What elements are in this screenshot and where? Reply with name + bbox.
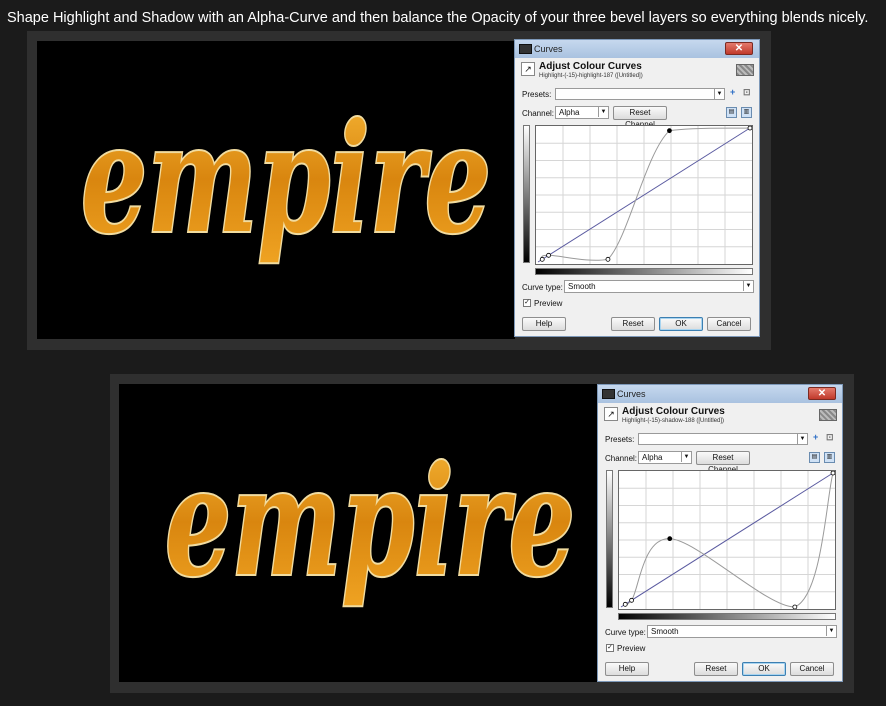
help-button[interactable]: Help: [605, 662, 649, 676]
presets-combo[interactable]: ▼: [638, 433, 808, 445]
vertical-value-bar: [523, 125, 530, 263]
preset-menu-icon[interactable]: ⊡: [743, 87, 751, 98]
control-point[interactable]: [605, 256, 611, 262]
cancel-button[interactable]: Cancel: [707, 317, 751, 331]
log-histogram-icon[interactable]: ▥: [824, 452, 835, 463]
title-bar[interactable]: Curves ✕: [598, 385, 842, 403]
image-canvas-bottom: empire: [119, 384, 597, 682]
control-point[interactable]: [539, 256, 545, 262]
chevron-down-icon: ▼: [598, 107, 608, 117]
vertical-value-bar: [606, 470, 613, 608]
reset-button[interactable]: Reset: [611, 317, 655, 331]
layer-subtitle: Highlight-(-15)-shadow-188 ([Untitled]): [622, 418, 725, 424]
ok-button[interactable]: OK: [742, 662, 786, 676]
linear-histogram-icon[interactable]: ▤: [726, 107, 737, 118]
layer-preview-thumbnail: [736, 64, 754, 76]
add-preset-icon[interactable]: +: [813, 432, 818, 442]
presets-label: Presets:: [605, 435, 635, 444]
curves-tool-icon: ↗: [521, 62, 535, 76]
close-button[interactable]: ✕: [808, 387, 836, 400]
chevron-down-icon: ▼: [826, 626, 836, 636]
channel-select[interactable]: Alpha ▼: [555, 106, 609, 119]
chevron-down-icon: ▼: [714, 89, 724, 99]
control-point[interactable]: [747, 125, 753, 131]
control-point[interactable]: [792, 604, 798, 610]
window-title: Curves: [534, 44, 563, 54]
curves-dialog-bottom: Curves ✕ ↗ Adjust Colour Curves Highligh…: [597, 384, 843, 682]
chevron-down-icon: ▼: [743, 281, 753, 291]
control-point[interactable]: [546, 252, 552, 258]
horizontal-value-bar: [618, 613, 836, 620]
curve-type-value: Smooth: [651, 627, 679, 636]
presets-combo[interactable]: ▼: [555, 88, 725, 100]
cancel-button[interactable]: Cancel: [790, 662, 834, 676]
reset-channel-button[interactable]: Reset Channel: [613, 106, 667, 129]
curves-dialog-top: Curves ✕ ↗ Adjust Colour Curves Highligh…: [514, 39, 760, 337]
channel-label: Channel:: [605, 454, 638, 463]
curve-editor[interactable]: [535, 125, 753, 265]
dialog-heading: Adjust Colour Curves: [539, 61, 642, 72]
curve-editor[interactable]: [618, 470, 836, 610]
curve-graph[interactable]: [536, 125, 753, 264]
chevron-down-icon: ▼: [797, 434, 807, 444]
curve-type-label: Curve type:: [522, 283, 563, 292]
channel-select[interactable]: Alpha ▼: [638, 451, 692, 464]
app-icon: [519, 44, 532, 54]
layer-subtitle: Highlight-(-15)-highlight-187 ([Untitled…: [539, 73, 643, 79]
control-point[interactable]: [629, 597, 635, 603]
preview-label: Preview: [617, 644, 646, 653]
close-button[interactable]: ✕: [725, 42, 753, 55]
window-title: Curves: [617, 389, 646, 399]
control-point[interactable]: [622, 601, 628, 607]
curve-type-value: Smooth: [568, 282, 596, 291]
image-canvas-top: empire: [37, 41, 515, 339]
add-preset-icon[interactable]: +: [730, 87, 735, 97]
layer-preview-thumbnail: [819, 409, 837, 421]
help-button[interactable]: Help: [522, 317, 566, 331]
curve-type-select[interactable]: Smooth ▼: [564, 280, 754, 293]
curve-graph[interactable]: [619, 470, 836, 610]
app-icon: [602, 389, 615, 399]
presets-label: Presets:: [522, 90, 552, 99]
ok-button[interactable]: OK: [659, 317, 703, 331]
preview-checkbox[interactable]: ✓: [523, 299, 531, 307]
channel-value: Alpha: [642, 453, 663, 462]
title-bar[interactable]: Curves ✕: [515, 40, 759, 58]
preview-label: Preview: [534, 299, 563, 308]
preview-checkbox[interactable]: ✓: [606, 644, 614, 652]
preset-menu-icon[interactable]: ⊡: [826, 432, 834, 443]
control-point[interactable]: [830, 470, 836, 476]
curve-type-select[interactable]: Smooth ▼: [647, 625, 837, 638]
curve-type-label: Curve type:: [605, 628, 646, 637]
empire-artwork-text: empire: [81, 91, 491, 267]
horizontal-value-bar: [535, 268, 753, 275]
channel-value: Alpha: [559, 108, 580, 117]
control-point[interactable]: [667, 536, 673, 542]
control-point[interactable]: [667, 128, 672, 134]
chevron-down-icon: ▼: [681, 452, 691, 462]
channel-label: Channel:: [522, 109, 555, 118]
log-histogram-icon[interactable]: ▥: [741, 107, 752, 118]
linear-histogram-icon[interactable]: ▤: [809, 452, 820, 463]
reset-button[interactable]: Reset: [694, 662, 738, 676]
caption-text: Shape Highlight and Shadow with an Alpha…: [7, 10, 869, 26]
dialog-heading: Adjust Colour Curves: [622, 406, 725, 417]
reset-channel-button[interactable]: Reset Channel: [696, 451, 750, 474]
empire-artwork-text: empire: [165, 434, 575, 610]
curves-tool-icon: ↗: [604, 407, 618, 421]
